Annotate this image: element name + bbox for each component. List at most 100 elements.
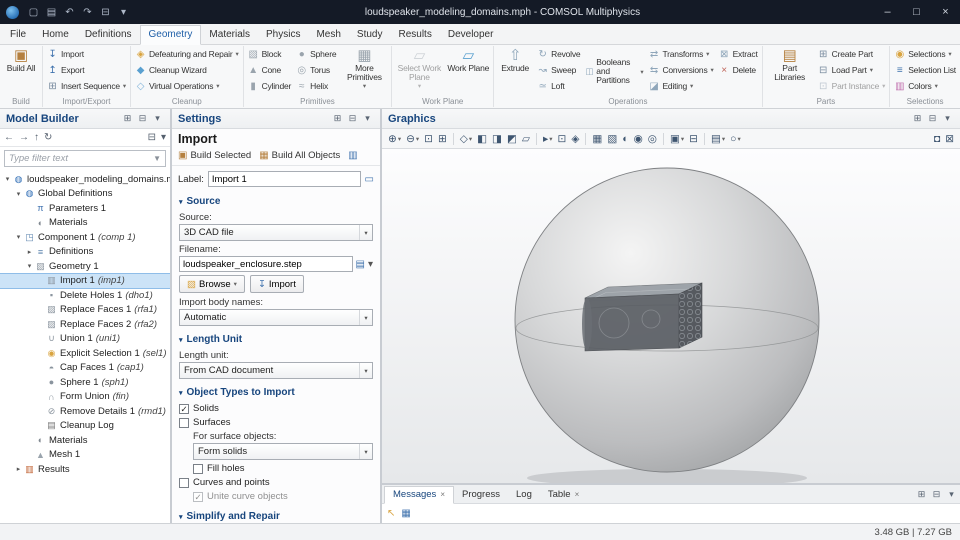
helix-button[interactable]: ≈Helix <box>294 78 338 94</box>
print-icon[interactable]: ⊟ <box>687 131 700 147</box>
show-grid-icon[interactable]: ▦ <box>590 131 604 147</box>
section-header-simplify-and-repair[interactable]: ▾Simplify and Repair <box>179 505 373 523</box>
extract-button[interactable]: ⊠Extract <box>717 46 760 62</box>
copy-settings-icon[interactable]: ▥ <box>348 150 357 161</box>
create-part-button[interactable]: ⊞Create Part <box>816 46 888 62</box>
tree-item-definitions[interactable]: ▸≡Definitions <box>0 245 170 260</box>
tree-item-replace-faces-1-rfa1[interactable]: ▨Replace Faces 1(rfa1) <box>0 303 170 318</box>
checkbox-curves-and-points[interactable]: Curves and points <box>179 477 373 488</box>
expander-icon[interactable]: ▾ <box>3 175 12 183</box>
tree-item-loudspeaker-modeling-domains-mph-root[interactable]: ▾◍loudspeaker_modeling_domains.mph(root) <box>0 172 170 187</box>
tree-item-import-1-imp1[interactable]: ▥Import 1(imp1) <box>0 274 170 289</box>
panel-menu-icon[interactable]: ▾ <box>151 113 164 124</box>
ribbon-tab-definitions[interactable]: Definitions <box>77 26 140 44</box>
booleans-and-partitions-button[interactable]: ◫Booleans and Partitions▾ <box>583 46 645 97</box>
extrude-button[interactable]: ⇧Extrude <box>496 46 534 97</box>
source-select[interactable]: 3D CAD file▾ <box>179 224 373 241</box>
fullscreen-icon[interactable]: ⊠ <box>943 131 956 147</box>
cleanup-wizard-button[interactable]: ◆Cleanup Wizard <box>133 62 241 78</box>
insert-sequence-button[interactable]: ⊞Insert Sequence▾ <box>45 78 128 94</box>
torus-button[interactable]: ◎Torus <box>294 62 338 78</box>
tab-progress[interactable]: Progress <box>454 487 508 503</box>
defeaturing-and-repair-button[interactable]: ◈Defeaturing and Repair▾ <box>133 46 241 62</box>
tree-item-remove-details-1-rmd1[interactable]: ⊘Remove Details 1(rmd1) <box>0 404 170 419</box>
tree-item-materials[interactable]: ◐Materials <box>0 433 170 448</box>
tree-item-cleanup-log[interactable]: ▤Cleanup Log <box>0 419 170 434</box>
ribbon-tab-developer[interactable]: Developer <box>440 26 502 44</box>
expander-icon[interactable]: ▸ <box>25 248 34 256</box>
rename-icon[interactable]: ▭ <box>365 174 374 185</box>
ribbon-tab-physics[interactable]: Physics <box>258 26 308 44</box>
box-select-icon[interactable]: ⊡ <box>556 131 569 147</box>
go-to-default-view-icon[interactable]: ◇▾ <box>458 131 474 147</box>
close-tab-icon[interactable]: × <box>575 490 580 499</box>
tree-item-delete-holes-1-dho1[interactable]: ▪Delete Holes 1(dho1) <box>0 288 170 303</box>
loudspeaker-enclosure[interactable] <box>582 283 702 351</box>
image-snapshot-icon[interactable]: ▣▾ <box>668 131 686 147</box>
model-tree-menu-icon[interactable]: ▾ <box>161 132 166 143</box>
label-input[interactable] <box>208 171 361 187</box>
open-icon[interactable]: ▢ <box>25 4 42 21</box>
build-all-button[interactable]: ▣Build All <box>2 46 40 97</box>
editing-button[interactable]: ◪Editing▾ <box>646 78 715 94</box>
view-along-y-icon[interactable]: ◨ <box>490 131 504 147</box>
expander-icon[interactable]: ▾ <box>25 262 34 270</box>
ribbon-tab-home[interactable]: Home <box>34 26 77 44</box>
browse-button[interactable]: ▧Browse▾ <box>179 275 245 293</box>
scene-light-icon[interactable]: ◉ <box>632 131 645 147</box>
maximize-button[interactable]: □ <box>902 0 931 24</box>
import-button[interactable]: ↧Import <box>250 275 304 293</box>
checkbox-surfaces[interactable]: Surfaces <box>179 417 373 428</box>
tree-item-global-definitions[interactable]: ▾◍Global Definitions <box>0 187 170 202</box>
part-instance-button[interactable]: ⊡Part Instance▾ <box>816 78 888 94</box>
import-body-names-select[interactable]: Automatic▾ <box>179 309 373 326</box>
section-header-object-types-to-import[interactable]: ▾Object Types to Import <box>179 381 373 400</box>
pointer-icon[interactable]: ↖ <box>387 508 395 519</box>
tab-log[interactable]: Log <box>508 487 540 503</box>
tree-item-results[interactable]: ▸▥Results <box>0 462 170 477</box>
zoom-extents-icon[interactable]: ⊞ <box>436 131 449 147</box>
tree-item-sphere-1-sph1[interactable]: ●Sphere 1(sph1) <box>0 375 170 390</box>
reset-hidden-objects-icon[interactable]: ○▾ <box>728 131 743 147</box>
panel-float-icon[interactable]: ⊞ <box>911 113 924 124</box>
zoom-in-icon[interactable]: ⊕▾ <box>386 131 403 147</box>
length-unit-select[interactable]: From CAD document▾ <box>179 362 373 379</box>
colors-button[interactable]: ▥Colors▾ <box>892 78 958 94</box>
transforms-button[interactable]: ⇄Transforms▾ <box>646 46 715 62</box>
ribbon-tab-materials[interactable]: Materials <box>201 26 258 44</box>
panel-minimize-icon[interactable]: ⊟ <box>930 489 943 500</box>
panel-float-icon[interactable]: ⊞ <box>915 489 928 500</box>
delete-button[interactable]: ×Delete <box>717 62 760 78</box>
wireframe-rendering-icon[interactable]: ▧ <box>605 131 619 147</box>
section-header-source[interactable]: ▾Source <box>179 190 373 209</box>
minimize-button[interactable]: – <box>873 0 902 24</box>
redo-icon[interactable]: ↷ <box>79 4 96 21</box>
collapse-all-icon[interactable]: ⊟ <box>148 132 156 143</box>
filter-icon[interactable]: ▼ <box>153 154 161 163</box>
orthographic-projection-icon[interactable]: ▱ <box>520 131 532 147</box>
customize-toolbar-arrow-icon[interactable]: ▾ <box>115 4 132 21</box>
refresh-icon[interactable]: ↻ <box>44 132 52 143</box>
panel-menu-icon[interactable]: ▾ <box>945 489 958 500</box>
more-primitives-button[interactable]: ▦More Primitives▾ <box>339 46 389 97</box>
load-part-button[interactable]: ⊟Load Part▾ <box>816 62 888 78</box>
back-icon[interactable]: ← <box>4 132 14 143</box>
part-libraries-button[interactable]: ▤Part Libraries <box>765 46 815 97</box>
checkbox-fill-holes[interactable]: Fill holes <box>193 463 373 474</box>
filter-input[interactable] <box>9 153 153 164</box>
selection-list-button[interactable]: ≡Selection List <box>892 62 958 78</box>
virtual-operations-button[interactable]: ◇Virtual Operations▾ <box>133 78 241 94</box>
graphics-camera-icon[interactable]: ◘ <box>932 131 942 147</box>
graphics-canvas[interactable] <box>382 149 960 483</box>
section-header-length-unit[interactable]: ▾Length Unit <box>179 328 373 347</box>
print-icon[interactable]: ⊟ <box>97 4 114 21</box>
build-selected-button[interactable]: ▣Build Selected <box>178 150 251 161</box>
tree-item-replace-faces-2-rfa2[interactable]: ▨Replace Faces 2(rfa2) <box>0 317 170 332</box>
selections-button[interactable]: ◉Selections▾ <box>892 46 958 62</box>
checkbox-solids[interactable]: ✓Solids <box>179 403 373 414</box>
panel-minimize-icon[interactable]: ⊟ <box>926 113 939 124</box>
work-plane-button[interactable]: ▱Work Plane <box>445 46 491 97</box>
cylinder-button[interactable]: ▮Cylinder <box>246 78 294 94</box>
export-button[interactable]: ↥Export <box>45 62 128 78</box>
select-mode-icon[interactable]: ▸▾ <box>541 131 555 147</box>
